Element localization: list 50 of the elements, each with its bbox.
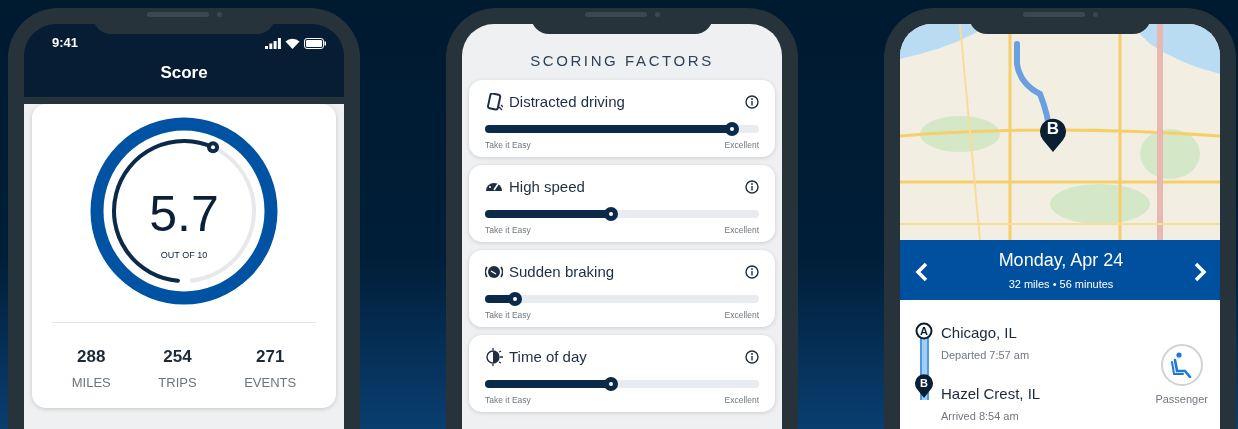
seated-person-icon [1170,352,1193,378]
info-icon[interactable] [745,265,759,279]
stat-value: 288 [76,346,107,368]
scale-low-label: Take it Easy [485,224,531,237]
stat-label: MILES [71,373,111,392]
section-title: SCORING FACTORS [529,51,715,71]
info-icon[interactable] [745,180,759,194]
factor-name: Sudden braking [509,261,615,282]
screen-title: Score [159,62,209,84]
slider-thumb[interactable] [508,292,523,306]
slider-thumb[interactable] [604,207,619,221]
stop-place: Hazel Crest, IL [941,384,1041,404]
info-icon[interactable] [745,95,759,109]
stat-label: TRIPS [158,373,197,392]
passenger-button[interactable] [1160,344,1203,386]
wifi-icon [285,37,300,49]
scale-low-label: Take it Easy [485,309,531,322]
info-icon[interactable] [745,350,759,364]
slider-thumb[interactable] [724,122,739,136]
scale-high-label: Excellent [724,224,759,237]
factor-name: High speed [509,176,585,197]
phone-icon [485,93,503,111]
factor-name: Time of day [509,346,587,367]
speedometer-icon [485,182,503,192]
stop-place: Chicago, IL [941,323,1018,343]
scale-high-label: Excellent [724,139,759,152]
stat-value: 271 [255,346,286,368]
stop-time: Departed 7:57 am [941,347,1031,363]
signal-icon [265,37,281,49]
scale-low-label: Take it Easy [485,139,531,152]
battery-icon [304,37,326,49]
scale-high-label: Excellent [724,394,759,407]
status-time: 9:41 [52,34,79,53]
brake-icon [485,263,503,281]
stop-time: Arrived 8:54 am [941,408,1020,424]
factor-name: Distracted driving [509,91,625,112]
role-label: Passenger [1155,392,1208,407]
stop-marker: B [915,374,933,398]
stop-marker: A [915,322,933,340]
sun-clock-icon [485,348,503,366]
score-caption: OUT OF 10 [160,249,208,262]
stat-value: 254 [162,346,193,368]
trip-date: Monday, Apr 24 [998,249,1124,273]
slider-thumb[interactable] [604,377,619,391]
scale-low-label: Take it Easy [485,394,531,407]
map-pin: B [1039,116,1067,152]
stat-label: EVENTS [244,373,297,392]
scale-high-label: Excellent [724,309,759,322]
trip-summary: 32 miles • 56 minutes [1007,277,1115,293]
score-value: 5.7 [148,189,220,239]
